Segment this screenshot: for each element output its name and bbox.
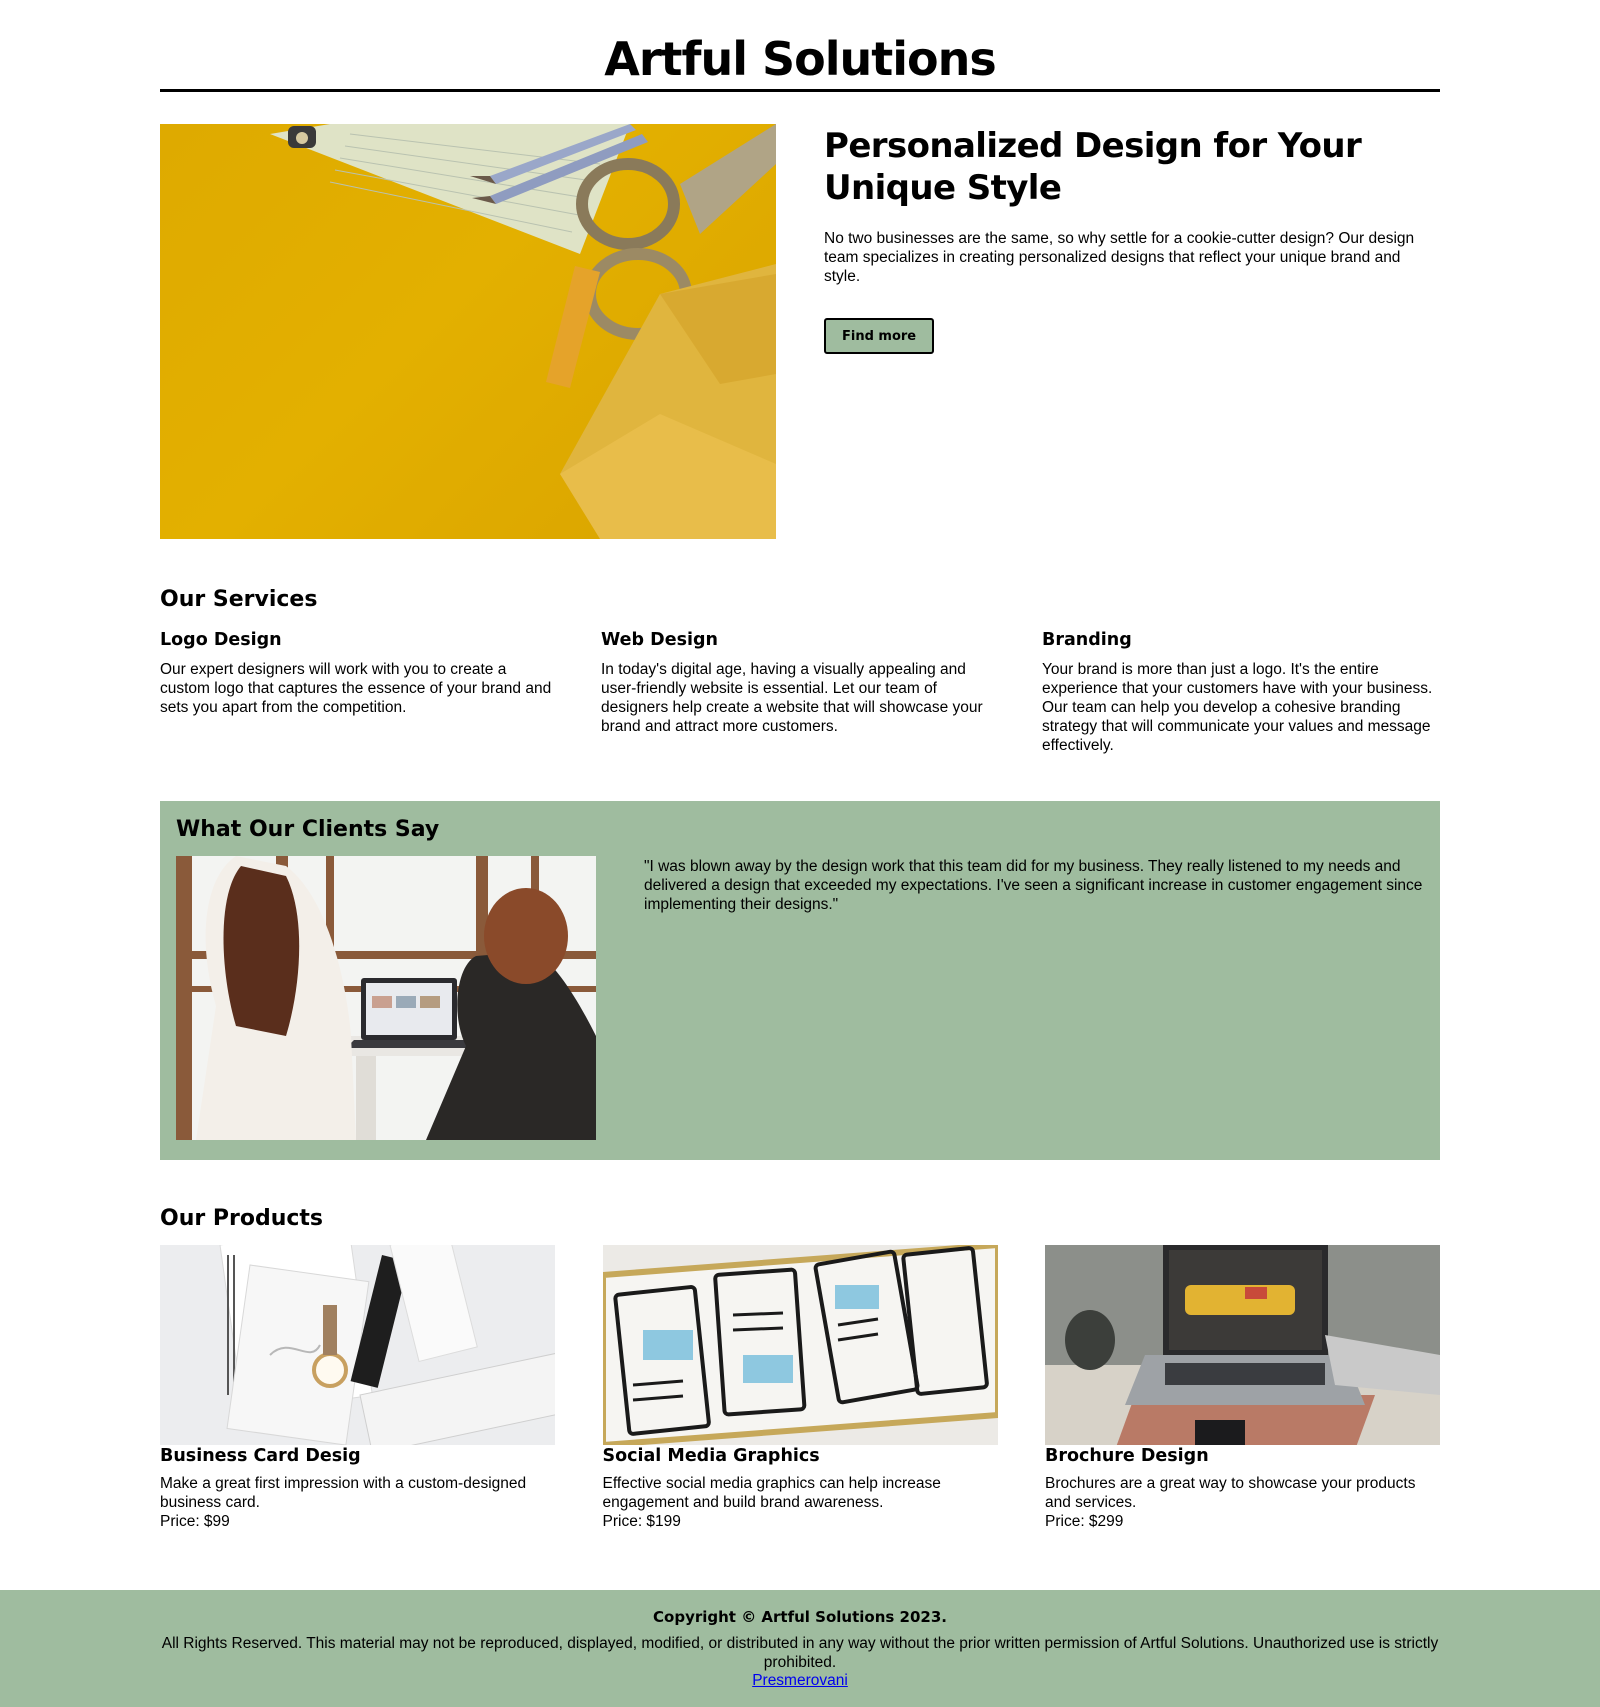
service-name: Web Design bbox=[601, 630, 718, 650]
footer-rights: All Rights Reserved. This material may n… bbox=[161, 1635, 1439, 1671]
title-divider bbox=[160, 89, 1440, 92]
service-description: In today's digital age, having a visuall… bbox=[601, 661, 983, 735]
product-card-social-media: Social Media Graphics Effective social m… bbox=[602, 1245, 998, 1531]
products-section: Our Products Business Card Desig Make a … bbox=[160, 1206, 1440, 1531]
laptop-desk-photo bbox=[1045, 1245, 1440, 1445]
product-card-brochure: Brochure Design Brochures are a great wa… bbox=[1045, 1245, 1440, 1531]
product-price: Price: $199 bbox=[602, 1513, 681, 1530]
product-card-business-card: Business Card Desig Make a great first i… bbox=[160, 1245, 555, 1531]
testimonials-title: What Our Clients Say bbox=[176, 817, 440, 842]
footer-copyright: Copyright © Artful Solutions 2023. bbox=[653, 1608, 947, 1626]
testimonials-section: What Our Clients Say "I was blown away b… bbox=[160, 801, 1440, 1160]
product-name: Social Media Graphics bbox=[602, 1446, 820, 1466]
service-name: Logo Design bbox=[160, 630, 282, 650]
desk-supplies-photo bbox=[270, 124, 776, 539]
wireframe-sketch-photo bbox=[602, 1245, 998, 1445]
hero-image bbox=[160, 124, 776, 539]
services-section: Our Services Logo Design Our expert desi… bbox=[160, 587, 1440, 755]
hero-section: Personalized Design for Your Unique Styl… bbox=[160, 124, 1440, 539]
service-name: Branding bbox=[1042, 630, 1132, 650]
product-description: Make a great first impression with a cus… bbox=[160, 1475, 527, 1511]
product-image bbox=[160, 1245, 555, 1445]
product-name: Business Card Desig bbox=[160, 1446, 361, 1466]
product-price: Price: $299 bbox=[1045, 1513, 1124, 1530]
clients-photo bbox=[176, 856, 596, 1140]
product-description: Effective social media graphics can help… bbox=[602, 1475, 941, 1511]
product-image bbox=[1045, 1245, 1440, 1445]
product-image bbox=[602, 1245, 998, 1445]
hero-heading: Personalized Design for Your Unique Styl… bbox=[824, 126, 1362, 208]
service-description: Your brand is more than just a logo. It'… bbox=[1042, 661, 1433, 754]
hero-description: No two businesses are the same, so why s… bbox=[824, 230, 1415, 285]
service-card-branding: Branding Your brand is more than just a … bbox=[1042, 630, 1440, 755]
find-more-button[interactable]: Find more bbox=[824, 318, 935, 354]
product-price: Price: $99 bbox=[160, 1513, 230, 1530]
service-card-logo-design: Logo Design Our expert designers will wo… bbox=[160, 630, 558, 755]
services-title: Our Services bbox=[160, 587, 318, 612]
stationery-watch-photo bbox=[160, 1245, 555, 1445]
product-description: Brochures are a great way to showcase yo… bbox=[1045, 1475, 1416, 1511]
testimonial-quote: "I was blown away by the design work tha… bbox=[644, 858, 1423, 913]
products-title: Our Products bbox=[160, 1206, 324, 1231]
footer-link[interactable]: Presmerovani bbox=[752, 1672, 848, 1689]
two-women-laptop-photo bbox=[176, 856, 596, 1140]
product-name: Brochure Design bbox=[1045, 1446, 1209, 1466]
site-title: Artful Solutions bbox=[604, 32, 997, 86]
site-footer: Copyright © Artful Solutions 2023. All R… bbox=[0, 1590, 1600, 1707]
service-description: Our expert designers will work with you … bbox=[160, 661, 552, 716]
service-card-web-design: Web Design In today's digital age, havin… bbox=[601, 630, 999, 755]
